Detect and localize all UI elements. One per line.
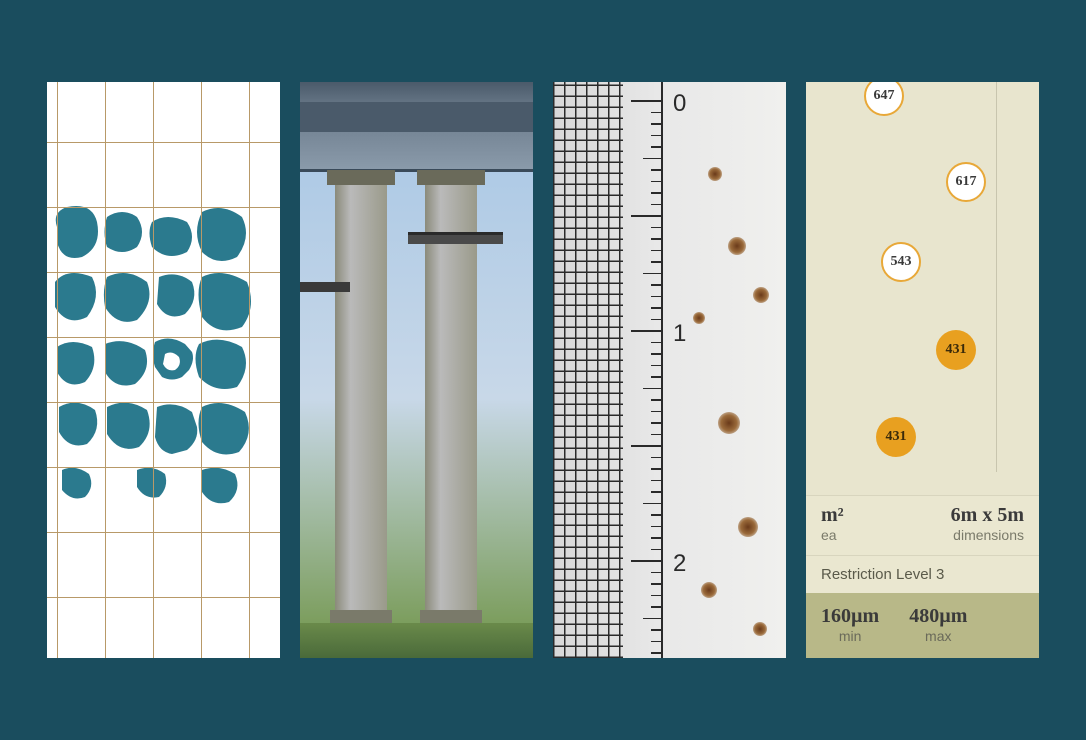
info-section: m² ea 6m x 5m dimensions Restriction Lev… [806,495,1039,658]
measurement-marker[interactable]: 431 [936,330,976,370]
ruler-mark: 1 [673,320,686,348]
grid-overlay [47,82,280,658]
rust-spot [701,582,717,598]
rust-spot [753,287,769,303]
map-gridline [996,82,997,472]
rust-spot [738,517,758,537]
rust-spot [753,622,767,636]
rust-spot [728,237,746,255]
crosshatch-scale [553,82,623,658]
maintenance-platform [300,282,350,292]
ruler-mark: 0 [673,90,686,118]
abstract-pattern-panel [47,82,280,658]
measurement-marker[interactable]: 647 [864,82,904,116]
max-value-block: 480µm max [909,605,967,644]
rust-spot [708,167,722,181]
measurement-marker[interactable]: 431 [876,417,916,457]
bridge-pillar [335,170,387,628]
measurement-marker[interactable]: 543 [881,242,921,282]
measurement-marker[interactable]: 617 [946,162,986,202]
bridge-deck [300,82,533,172]
measurement-map-panel: 647 617 543 431 431 m² ea 6m x 5m dimensions… [806,82,1039,658]
rust-spot [718,412,740,434]
rust-spot [693,312,705,324]
restriction-level: Restriction Level 3 [806,555,1039,593]
range-bar: 160µm min 480µm max [806,593,1039,658]
ruler-edge [661,82,663,658]
ruler-measurement-panel: 0 1 2 [553,82,786,658]
area-info: m² ea [821,504,844,543]
bridge-photo-panel [300,82,533,658]
maintenance-platform [408,232,503,244]
ground [300,623,533,658]
ruler-mark: 2 [673,550,686,578]
min-value-block: 160µm min [821,605,879,644]
dimensions-info: 6m x 5m dimensions [951,504,1024,543]
